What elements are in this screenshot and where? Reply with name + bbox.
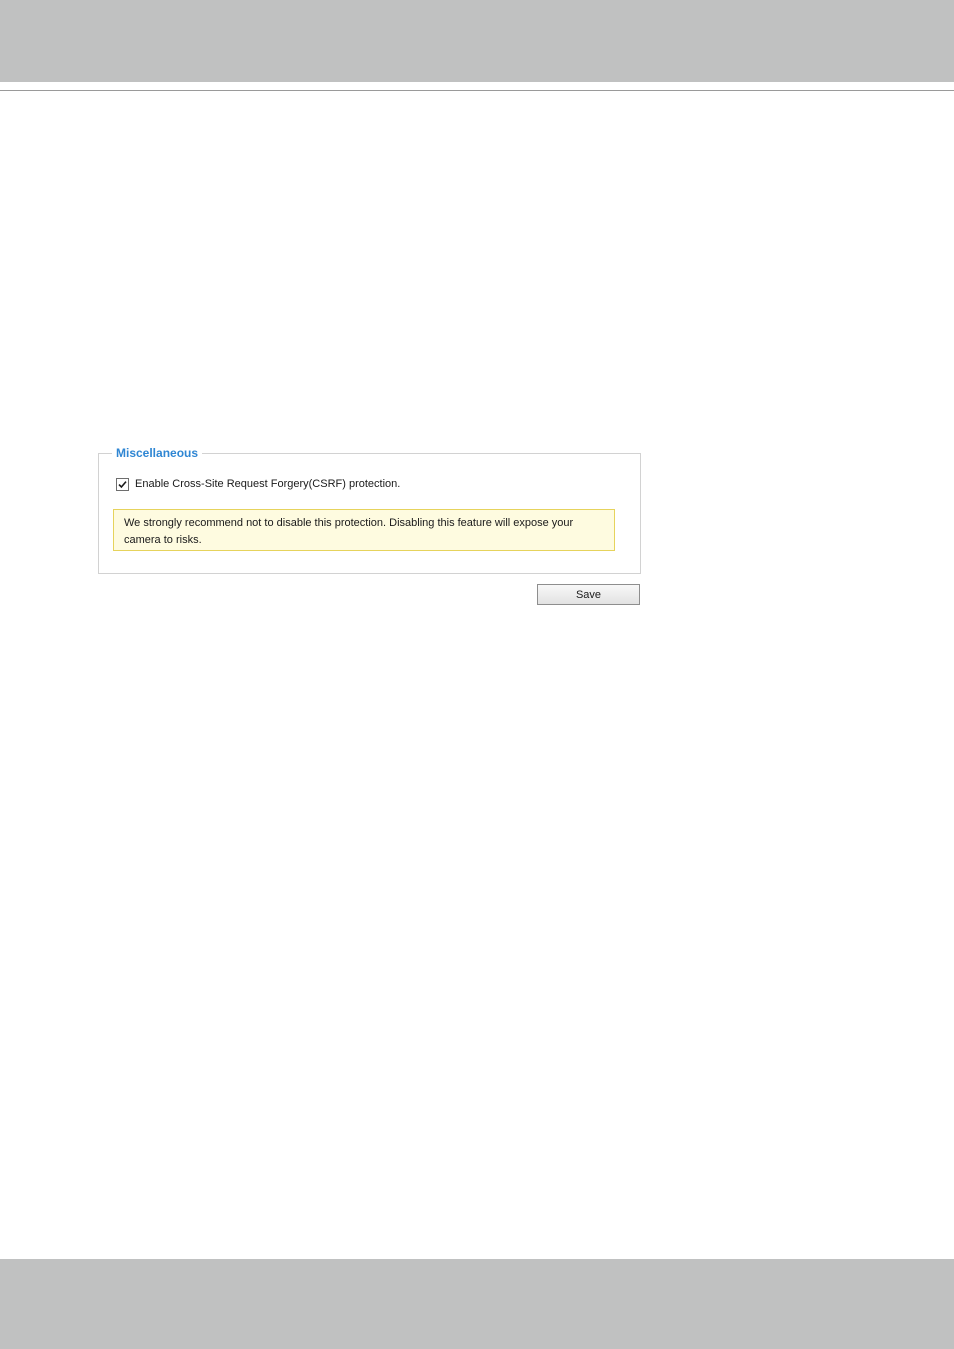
csrf-checkbox-label[interactable]: Enable Cross-Site Request Forgery(CSRF) … bbox=[135, 478, 400, 491]
csrf-warning-message: We strongly recommend not to disable thi… bbox=[113, 509, 615, 551]
save-button[interactable]: Save bbox=[537, 584, 640, 605]
header-divider bbox=[0, 90, 954, 91]
checkmark-icon bbox=[118, 481, 127, 489]
panel-title: Miscellaneous bbox=[112, 445, 203, 461]
page-footer-band bbox=[0, 1259, 954, 1349]
page-header-band bbox=[0, 0, 954, 82]
miscellaneous-panel: Miscellaneous Enable Cross-Site Request … bbox=[98, 445, 641, 574]
csrf-checkbox[interactable] bbox=[116, 478, 129, 491]
csrf-option-row: Enable Cross-Site Request Forgery(CSRF) … bbox=[116, 478, 400, 491]
